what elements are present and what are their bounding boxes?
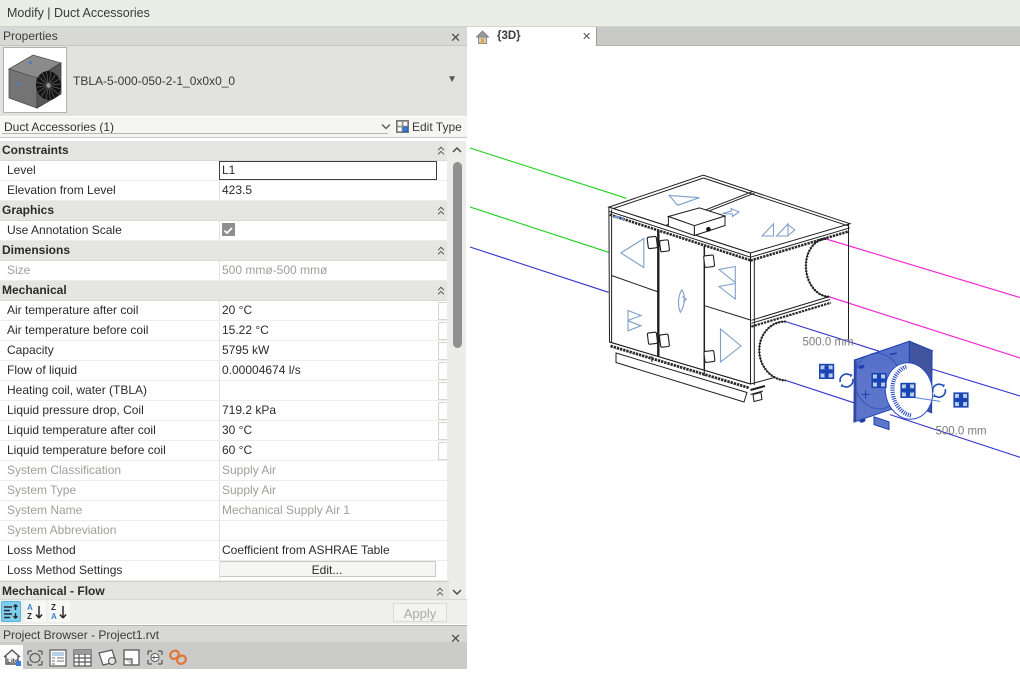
svg-text:500.0 mm: 500.0 mm xyxy=(936,426,987,438)
svg-text:500.0 mm: 500.0 mm xyxy=(803,337,854,349)
svg-text:Z: Z xyxy=(51,603,56,612)
svg-text:Z: Z xyxy=(27,612,32,621)
svg-text:A: A xyxy=(27,603,33,612)
svg-text:A: A xyxy=(51,612,57,621)
